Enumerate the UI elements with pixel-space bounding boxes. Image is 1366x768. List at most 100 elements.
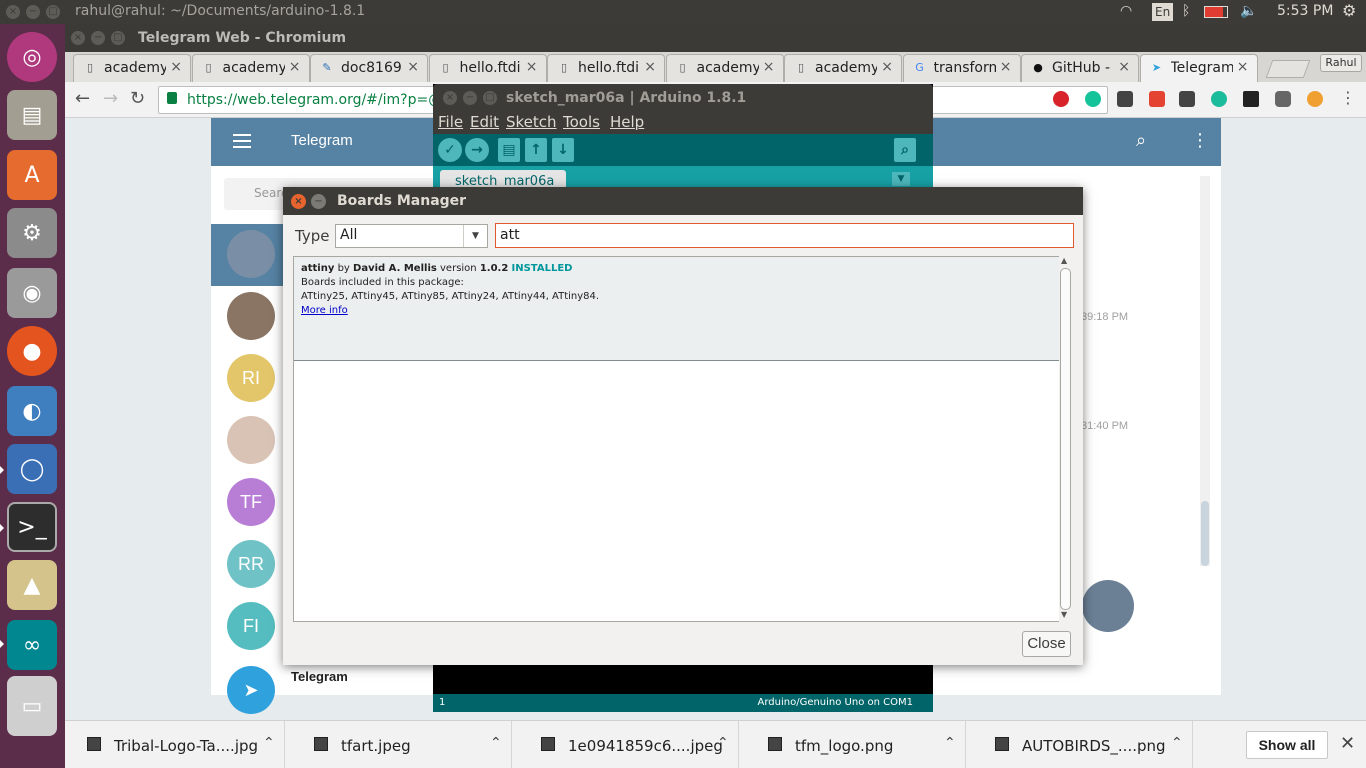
search-icon[interactable]: ⌕ [1136, 130, 1146, 151]
save-sketch-icon[interactable]: ↓ [552, 138, 574, 162]
close-tab-icon[interactable]: × [1000, 59, 1012, 75]
download-item[interactable]: 1e0941859c6....jpeg ⌃ [519, 721, 739, 768]
m-extension-icon[interactable] [1211, 91, 1227, 107]
chat-name[interactable]: Telegram [291, 669, 348, 684]
chat-avatar[interactable] [227, 230, 275, 278]
chat-scrollbar[interactable] [1200, 176, 1210, 566]
close-tab-icon[interactable]: × [526, 59, 538, 75]
maximize-window-icon[interactable]: □ [111, 31, 125, 45]
menu-help[interactable]: Help [610, 113, 644, 131]
scrollbar-thumb[interactable] [1060, 268, 1071, 610]
minimize-window-icon[interactable]: − [91, 31, 105, 45]
browser-tab[interactable]: ▯ hello.ftdi × [547, 54, 665, 82]
telegram-logo-avatar[interactable]: ➤ [227, 666, 275, 714]
keyboard-layout[interactable]: En [1152, 3, 1174, 21]
chevron-up-icon[interactable]: ⌃ [1171, 735, 1183, 751]
maximize-window-icon[interactable]: □ [483, 91, 497, 105]
image-viewer-icon[interactable]: ▲ [7, 560, 57, 610]
browser-tab[interactable]: ▯ hello.ftdi × [428, 54, 547, 82]
close-tab-icon[interactable]: × [1118, 59, 1130, 75]
ubuntu-dash-icon[interactable]: ◎ [7, 32, 57, 82]
close-button[interactable]: Close [1022, 631, 1071, 657]
browser-tab[interactable]: ▯ academy × [191, 54, 310, 82]
message-avatar[interactable] [1082, 580, 1134, 632]
minimize-window-icon[interactable]: − [26, 5, 40, 19]
browser-tab[interactable]: ➤ Telegram × [1139, 54, 1258, 82]
browser-tab[interactable]: ▯ academy × [665, 54, 784, 82]
menu-sketch[interactable]: Sketch [506, 113, 557, 131]
chat-avatar[interactable]: RI [227, 354, 275, 402]
orange-extension-icon[interactable] [1307, 91, 1323, 107]
scroll-down-icon[interactable]: ▼ [1061, 610, 1067, 619]
close-shelf-icon[interactable]: ✕ [1340, 733, 1355, 754]
download-item[interactable]: AUTOBIRDS_....png ⌃ [973, 721, 1193, 768]
board-package-entry[interactable]: attiny by David A. Mellis version 1.0.2 … [294, 257, 1060, 361]
shotwell-icon[interactable]: ◐ [7, 386, 57, 436]
close-dialog-icon[interactable]: × [291, 194, 306, 209]
firefox-icon[interactable]: ● [7, 326, 57, 376]
chat-avatar[interactable] [227, 292, 275, 340]
chat-avatar[interactable]: FI [227, 602, 275, 650]
chromium-icon[interactable]: ◯ [7, 444, 57, 494]
close-window-icon[interactable]: × [6, 5, 20, 19]
download-item[interactable]: tfart.jpeg ⌃ [292, 721, 512, 768]
forward-arrow-icon[interactable]: → [103, 88, 118, 109]
boards-list[interactable]: attiny by David A. Mellis version 1.0.2 … [293, 256, 1061, 622]
type-select[interactable]: All ▼ [335, 224, 488, 248]
minimize-dialog-icon[interactable]: − [311, 194, 326, 209]
board-search-input[interactable]: att [495, 223, 1074, 248]
back-arrow-icon[interactable]: ← [75, 88, 90, 109]
opera-extension-icon[interactable] [1053, 91, 1069, 107]
open-sketch-icon[interactable]: ↑ [525, 138, 547, 162]
close-tab-icon[interactable]: × [644, 59, 656, 75]
download-item[interactable]: Tribal-Logo-Ta....jpg ⌃ [65, 721, 285, 768]
new-tab-button[interactable] [1265, 60, 1311, 78]
show-all-button[interactable]: Show all [1246, 731, 1328, 759]
chevron-up-icon[interactable]: ⌃ [717, 735, 729, 751]
close-tab-icon[interactable]: × [1237, 59, 1249, 75]
terminal-icon[interactable]: >_ [7, 502, 57, 552]
upload-arrow-icon[interactable]: → [465, 138, 489, 162]
chevron-up-icon[interactable]: ⌃ [944, 735, 956, 751]
chevron-up-icon[interactable]: ⌃ [490, 735, 502, 751]
grammarly-extension-icon[interactable] [1085, 91, 1101, 107]
panda-extension-icon[interactable] [1275, 91, 1291, 107]
close-tab-icon[interactable]: × [763, 59, 775, 75]
chat-avatar[interactable]: TF [227, 478, 275, 526]
arduino-ide-icon[interactable]: ∞ [7, 620, 57, 670]
clock[interactable]: 5:53 PM [1277, 3, 1333, 19]
close-window-icon[interactable]: × [71, 31, 85, 45]
download-item[interactable]: tfm_logo.png ⌃ [746, 721, 966, 768]
menu-tools[interactable]: Tools [563, 113, 600, 131]
chat-avatar[interactable]: RR [227, 540, 275, 588]
workspaces-icon[interactable]: ▭ [7, 676, 57, 736]
close-tab-icon[interactable]: × [407, 59, 419, 75]
chat-avatar[interactable] [227, 416, 275, 464]
menu-edit[interactable]: Edit [470, 113, 499, 131]
bluetooth-icon[interactable]: ᛒ [1182, 3, 1190, 19]
menu-file[interactable]: File [438, 113, 463, 131]
lightbulb-extension-icon[interactable] [1117, 91, 1133, 107]
telegram-title[interactable]: Telegram [291, 132, 353, 149]
battery-icon[interactable] [1204, 6, 1228, 18]
browser-tab[interactable]: ▯ academy × [73, 54, 191, 82]
new-sketch-icon[interactable]: ▤ [498, 138, 520, 162]
camera-app-icon[interactable]: ◉ [7, 268, 57, 318]
close-tab-icon[interactable]: × [170, 59, 182, 75]
close-window-icon[interactable]: × [443, 91, 457, 105]
menu-dots-icon[interactable]: ⋮ [1340, 88, 1356, 107]
browser-tab[interactable]: ▯ academy × [784, 54, 902, 82]
more-info-link[interactable]: More info [301, 305, 348, 316]
maximize-window-icon[interactable]: □ [46, 5, 60, 19]
chevron-up-icon[interactable]: ⌃ [263, 735, 275, 751]
wifi-icon[interactable]: ◠ [1120, 3, 1132, 19]
profile-button[interactable]: Rahul [1320, 54, 1362, 72]
close-tab-icon[interactable]: × [881, 59, 893, 75]
settings-gear-icon[interactable]: ⚙ [1342, 1, 1356, 20]
hamburger-menu-icon[interactable] [233, 134, 251, 148]
verify-check-icon[interactable]: ✓ [438, 138, 462, 162]
todoist-extension-icon[interactable] [1149, 91, 1165, 107]
minimize-window-icon[interactable]: − [463, 91, 477, 105]
browser-tab[interactable]: ● GitHub - I × [1021, 54, 1139, 82]
tab-menu-chevron-icon[interactable]: ▼ [892, 172, 910, 186]
